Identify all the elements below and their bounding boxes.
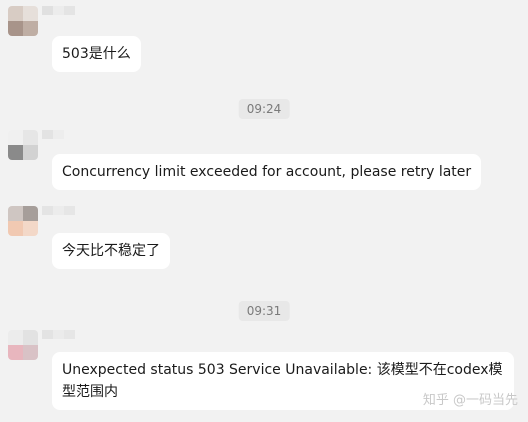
sender-name-blurred xyxy=(42,6,86,24)
message-bubble[interactable]: 503是什么 xyxy=(52,36,141,72)
message-text: Concurrency limit exceeded for account, … xyxy=(62,164,472,180)
sender-1 xyxy=(8,6,88,36)
message-bubble[interactable]: 今天比不稳定了 xyxy=(52,233,170,269)
chat-window: 503是什么 09:24 Concurrency limit exceeded … xyxy=(0,0,528,422)
sender-3 xyxy=(8,206,88,236)
watermark: 知乎 @一码当先 xyxy=(422,393,518,408)
sender-name-blurred xyxy=(42,130,86,148)
sender-name-blurred xyxy=(42,330,86,348)
timestamp: 09:31 xyxy=(238,301,290,321)
sender-name-blurred xyxy=(42,206,86,224)
avatar[interactable] xyxy=(8,6,38,36)
avatar[interactable] xyxy=(8,130,38,160)
message-text: 503是什么 xyxy=(62,46,131,62)
avatar[interactable] xyxy=(8,206,38,236)
timestamp: 09:24 xyxy=(238,99,290,119)
message-bubble[interactable]: Concurrency limit exceeded for account, … xyxy=(52,154,482,190)
avatar[interactable] xyxy=(8,330,38,360)
message-text: 今天比不稳定了 xyxy=(62,243,160,259)
